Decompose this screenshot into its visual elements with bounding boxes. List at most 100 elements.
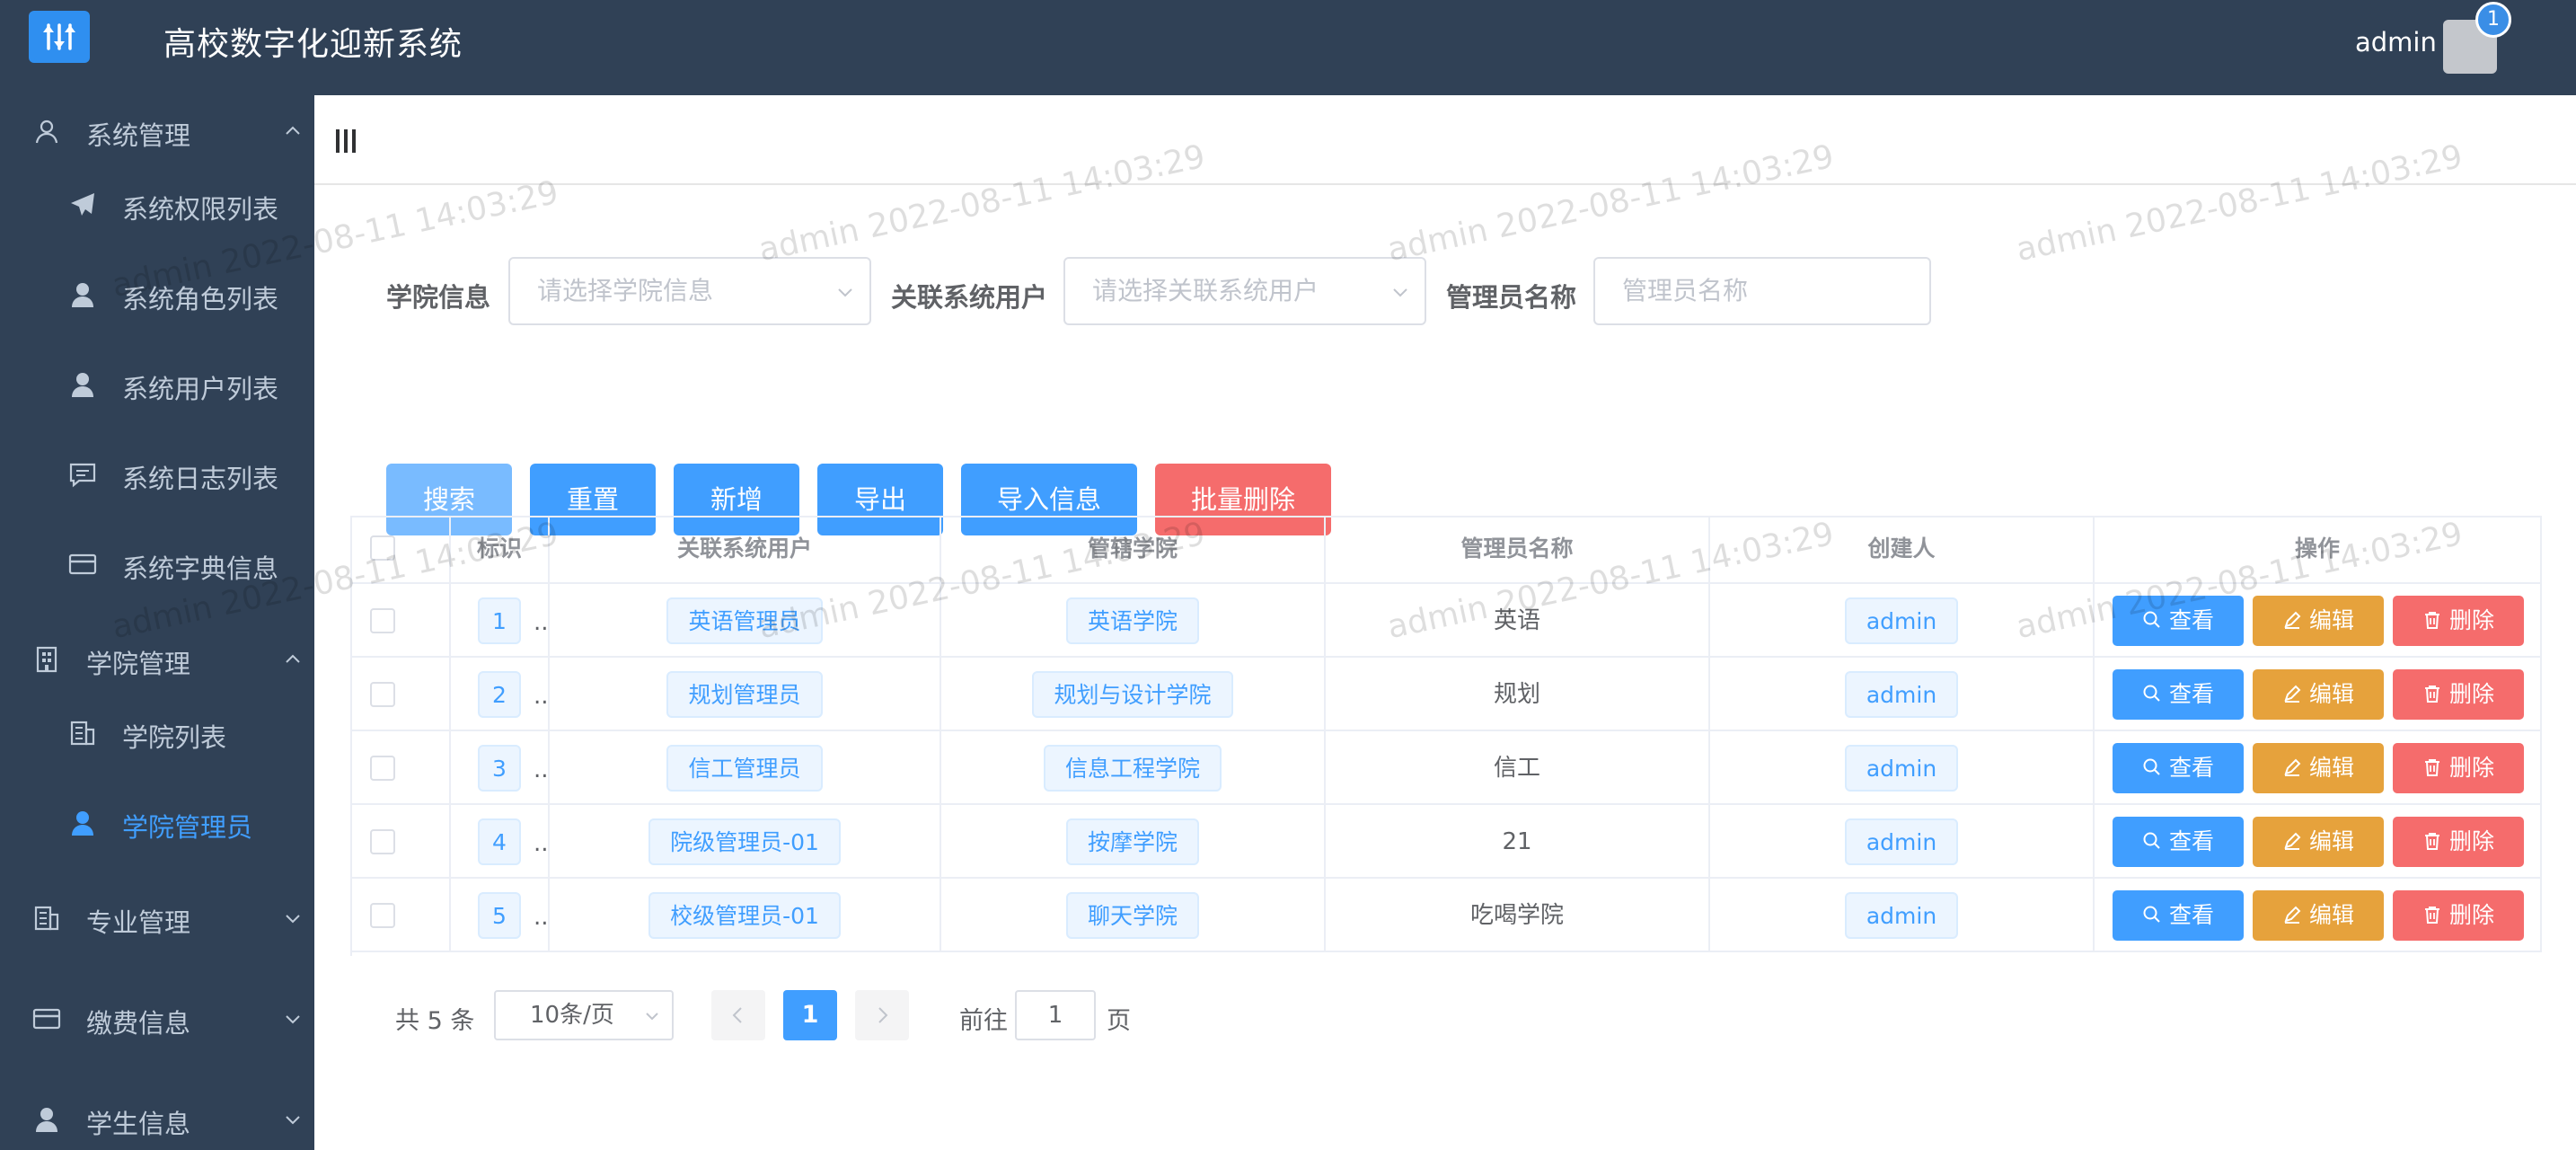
delete-button[interactable]: 删除 (2393, 743, 2524, 793)
row-select-cell (350, 731, 451, 805)
view-button[interactable]: 查看 (2113, 743, 2244, 793)
sidebar-item-system-management[interactable]: 系统管理 (0, 95, 314, 167)
view-button[interactable]: 查看 (2113, 669, 2244, 720)
page-number-current[interactable]: 1 (783, 990, 837, 1040)
chevron-down-icon (282, 1109, 304, 1130)
college-select[interactable]: 请选择学院信息 (508, 257, 871, 325)
sidebar-item-log-list[interactable]: 系统日志列表 (0, 438, 314, 510)
view-label: 查看 (2169, 607, 2214, 633)
sidebar-item-college-admin[interactable]: 学院管理员 (0, 787, 314, 859)
row-user-cell: 校级管理员-01 (550, 879, 941, 952)
delete-button[interactable]: 删除 (2393, 817, 2524, 867)
college-tag: 规划与设计学院 (1032, 671, 1232, 718)
current-user-name[interactable]: admin (2355, 27, 2437, 58)
prev-page-button[interactable] (711, 990, 765, 1040)
system-user-select[interactable]: 请选择关联系统用户 (1063, 257, 1426, 325)
view-label: 查看 (2169, 755, 2214, 781)
row-id-cell: 4.. (451, 805, 550, 879)
chat-icon (68, 460, 97, 489)
row-admin-name-cell: 吃喝学院 (1326, 879, 1710, 952)
view-button[interactable]: 查看 (2113, 817, 2244, 867)
admin-name-text: 21 (1502, 828, 1531, 855)
sidebar-item-dictionary[interactable]: 系统字典信息 (0, 528, 314, 600)
office-icon (68, 719, 97, 748)
row-checkbox[interactable] (370, 682, 395, 707)
row-user-cell: 院级管理员-01 (550, 805, 941, 879)
row-id-cell: 3.. (451, 731, 550, 805)
row-college-cell: 按摩学院 (941, 805, 1326, 879)
row-checkbox[interactable] (370, 608, 395, 633)
delete-button[interactable]: 删除 (2393, 890, 2524, 941)
delete-button[interactable]: 删除 (2393, 596, 2524, 646)
sidebar-item-payment-info[interactable]: 缴费信息 (0, 983, 314, 1055)
header-actions: 操作 (2095, 516, 2542, 584)
edit-label: 编辑 (2309, 681, 2354, 707)
goto-label: 前往 (959, 1001, 1008, 1036)
page-size-select[interactable]: 10条/页 (494, 990, 674, 1040)
view-label: 查看 (2169, 902, 2214, 928)
row-checkbox[interactable] (370, 829, 395, 854)
sidebar-item-student-info[interactable]: 学生信息 (0, 1084, 314, 1150)
sidebar-item-permission-list[interactable]: 系统权限列表 (0, 169, 314, 241)
sidebar-item-label: 系统管理 (86, 115, 190, 153)
user-solid-icon (32, 1105, 61, 1134)
delete-label: 删除 (2449, 681, 2494, 707)
header-system-user: 关联系统用户 (550, 516, 941, 584)
creator-tag: admin (1845, 745, 1958, 792)
chevron-up-icon (282, 120, 304, 142)
row-checkbox[interactable] (370, 756, 395, 781)
chevron-up-icon (282, 649, 304, 670)
sidebar-item-college-management[interactable]: 学院管理 (0, 624, 314, 695)
edit-button[interactable]: 编辑 (2253, 669, 2384, 720)
pagination-total: 共 5 条 (395, 1001, 474, 1036)
delete-button[interactable]: 删除 (2393, 669, 2524, 720)
sidebar-item-user-list[interactable]: 系统用户列表 (0, 349, 314, 420)
view-button[interactable]: 查看 (2113, 596, 2244, 646)
row-select-cell (350, 584, 451, 658)
delete-label: 删除 (2449, 902, 2494, 928)
view-button[interactable]: 查看 (2113, 890, 2244, 941)
goto-page-input[interactable]: 1 (1015, 990, 1096, 1040)
header-creator: 创建人 (1710, 516, 2095, 584)
admin-table: 标识 关联系统用户 管辖学院 管理员名称 创建人 操作 1..英语管理员英语学院… (350, 516, 2542, 956)
select-all-checkbox[interactable] (370, 535, 395, 561)
notification-badge[interactable]: 1 (2475, 2, 2511, 38)
top-toolbar (314, 95, 2576, 185)
row-actions-cell: 查看 编辑 删除 (2095, 584, 2542, 658)
row-actions-cell: 查看 编辑 删除 (2095, 879, 2542, 952)
row-id-cell: 1.. (451, 584, 550, 658)
user-select-placeholder: 请选择关联系统用户 (1092, 276, 1319, 305)
sidebar-item-college-list[interactable]: 学院列表 (0, 697, 314, 769)
edit-button[interactable]: 编辑 (2253, 596, 2384, 646)
row-checkbox[interactable] (370, 903, 395, 928)
chevron-down-icon (282, 907, 304, 929)
edit-button[interactable]: 编辑 (2253, 817, 2384, 867)
sidebar-item-label: 学院列表 (122, 717, 226, 755)
header-college: 管辖学院 (941, 516, 1326, 584)
view-label: 查看 (2169, 828, 2214, 854)
sidebar-item-label: 专业管理 (86, 902, 190, 940)
hamburger-icon[interactable] (334, 128, 357, 155)
header-admin-name: 管理员名称 (1326, 516, 1710, 584)
user-solid-icon (68, 280, 97, 309)
row-user-cell: 规划管理员 (550, 658, 941, 731)
sidebar-item-major-management[interactable]: 专业管理 (0, 882, 314, 954)
sidebar-item-label: 系统角色列表 (122, 279, 278, 316)
user-solid-icon (68, 370, 97, 399)
row-admin-name-cell: 英语 (1326, 584, 1710, 658)
next-page-button[interactable] (855, 990, 909, 1040)
sidebar-item-role-list[interactable]: 系统角色列表 (0, 259, 314, 331)
edit-button[interactable]: 编辑 (2253, 890, 2384, 941)
college-tag: 英语学院 (1066, 597, 1199, 644)
delete-label: 删除 (2449, 607, 2494, 633)
creator-tag: admin (1845, 597, 1958, 644)
row-id-cell: 2.. (451, 658, 550, 731)
edit-button[interactable]: 编辑 (2253, 743, 2384, 793)
system-user-tag: 英语管理员 (666, 597, 822, 644)
row-college-cell: 聊天学院 (941, 879, 1326, 952)
view-label: 查看 (2169, 681, 2214, 707)
building-icon (32, 645, 61, 674)
system-user-tag: 信工管理员 (666, 745, 822, 792)
college-filter-label: 学院信息 (386, 277, 490, 314)
admin-name-input[interactable]: 管理员名称 (1593, 257, 1931, 325)
